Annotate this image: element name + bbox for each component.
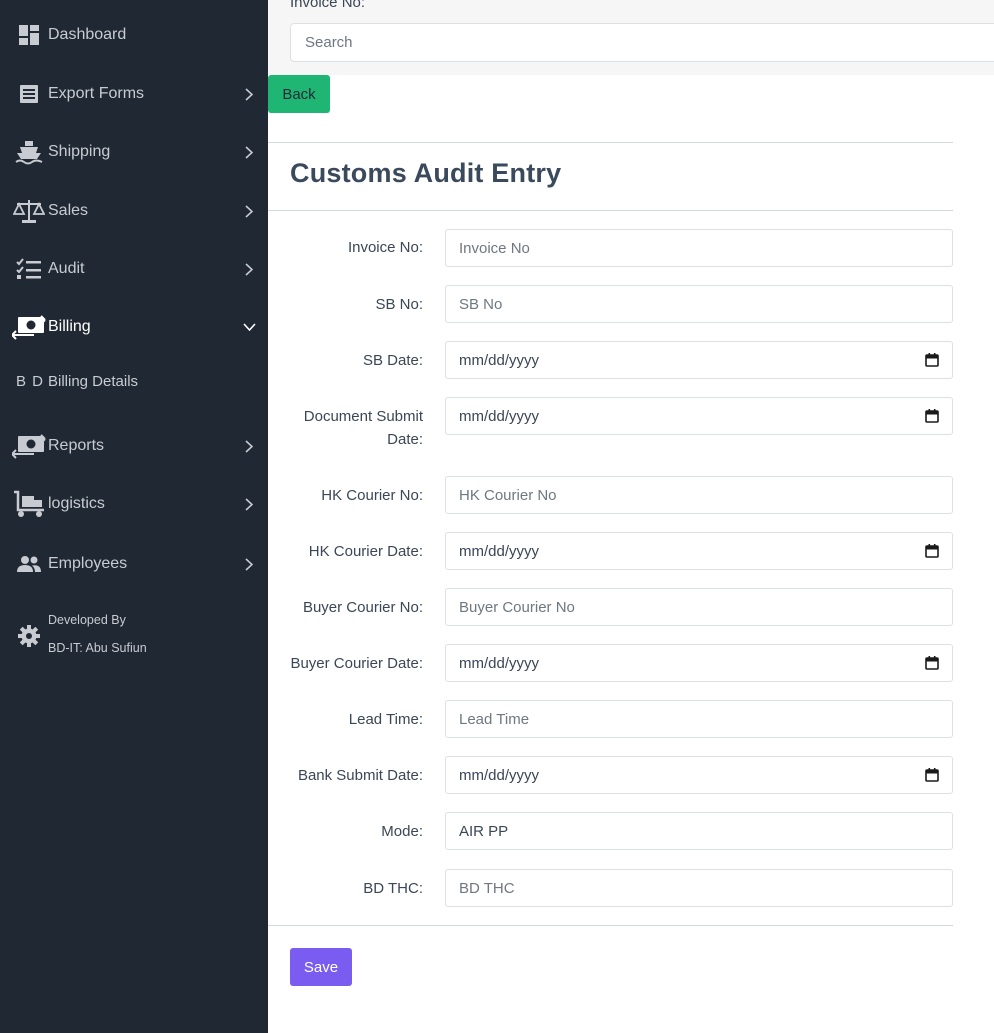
buyer-courier-no-input[interactable]: Buyer Courier No [445,588,953,626]
lead-time-label: Lead Time: [348,711,423,728]
balance-scale-icon [12,196,46,226]
bd-thc-placeholder: BD THC [459,879,515,897]
sidebar-item-label: Shipping [48,143,111,160]
sidebar-item-label: Sales [48,202,89,219]
page-title: Customs Audit Entry [290,158,562,188]
hk-courier-no-placeholder: HK Courier No [459,486,557,504]
sidebar-subitem-label: Billing Details [48,372,139,390]
invoice-no-input[interactable]: Invoice No [445,229,953,267]
chevron-right-icon [242,497,256,511]
sidebar-item-label: Billing [48,318,91,335]
chevron-right-icon [242,262,256,276]
invoice-search-label: Invoice No: [290,0,366,11]
money-transfer-icon [12,312,46,342]
buyer-courier-no-label: Buyer Courier No: [302,599,423,616]
calendar-icon[interactable] [925,656,939,670]
checklist-icon [12,254,46,284]
save-button[interactable]: Save [290,948,352,986]
chevron-right-icon [242,87,256,101]
mode-value: AIR PP [459,822,509,840]
sb-date-label: SB Date: [362,352,423,369]
bd-thc-input[interactable]: BD THC [445,869,953,907]
lead-time-placeholder: Lead Time [459,710,530,728]
ship-icon [12,137,46,167]
buyer-courier-date-input[interactable]: mm/dd/yyyy [445,644,953,682]
sb-no-label: SB No: [375,296,423,313]
bank-submit-date-label: Bank Submit Date: [297,767,423,784]
invoice-search-input[interactable] [290,23,994,62]
sidebar-item-label: Reports [48,437,105,454]
hk-courier-date-placeholder: mm/dd/yyyy [459,542,540,560]
users-icon [12,549,46,579]
sidebar-item-label: Employees [48,555,128,572]
invoice-search-bar: Invoice No: [268,0,994,75]
bank-submit-date-input[interactable]: mm/dd/yyyy [445,756,953,794]
document-submit-date-placeholder: mm/dd/yyyy [459,407,540,425]
document-submit-date-input[interactable]: mm/dd/yyyy [445,397,953,435]
sidebar-item-label: logistics [48,495,105,512]
sidebar-item-shipping[interactable]: Shipping [0,132,268,172]
calendar-icon[interactable] [925,544,939,558]
sidebar: Dashboard Export Forms Shipping Sales Au… [0,0,268,1033]
sb-date-input[interactable]: mm/dd/yyyy [445,341,953,379]
chevron-right-icon [242,145,256,159]
hk-courier-date-input[interactable]: mm/dd/yyyy [445,532,953,570]
buyer-courier-no-placeholder: Buyer Courier No [459,598,575,616]
mode-label: Mode: [381,823,423,840]
developer-credit-line1: Developed By [48,613,126,627]
mode-input[interactable]: AIR PP [445,812,953,850]
sb-no-input[interactable]: SB No [445,285,953,323]
dashboard-icon [12,20,46,50]
invoice-no-label: Invoice No: [347,239,423,256]
developer-credit: Developed By BD-IT: Abu Sufiun [0,608,268,664]
sidebar-item-audit[interactable]: Audit [0,249,268,289]
calendar-icon[interactable] [925,409,939,423]
sb-date-placeholder: mm/dd/yyyy [459,351,540,369]
chevron-right-icon [242,439,256,453]
sidebar-item-label: Export Forms [48,85,145,102]
gear-icon [12,621,46,651]
sidebar-item-export-forms[interactable]: Export Forms [0,74,268,114]
sidebar-item-billing[interactable]: Billing [0,307,268,347]
sidebar-subitem-billing-details[interactable]: B D Billing Details [0,366,268,396]
document-submit-date-label-line1: Document Submit [303,408,423,425]
sidebar-item-reports[interactable]: Reports [0,426,268,466]
sb-no-placeholder: SB No [459,295,503,313]
sidebar-item-label: Audit [48,260,85,277]
hk-courier-no-input[interactable]: HK Courier No [445,476,953,514]
divider [268,142,953,143]
invoice-no-placeholder: Invoice No [459,239,530,257]
calendar-icon[interactable] [925,768,939,782]
hk-courier-no-label: HK Courier No: [321,487,423,504]
bank-submit-date-placeholder: mm/dd/yyyy [459,766,540,784]
sidebar-item-dashboard[interactable]: Dashboard [0,15,268,55]
list-icon [12,79,46,109]
hk-courier-date-label: HK Courier Date: [308,543,423,560]
developer-credit-line2: BD-IT: Abu Sufiun [48,641,147,655]
sidebar-item-label: Dashboard [48,26,127,43]
document-submit-date-label-line2: Date: [387,431,423,448]
chevron-right-icon [242,557,256,571]
divider [268,210,953,211]
sidebar-subitem-abbr: B D [16,372,45,390]
back-button[interactable]: Back [268,75,330,113]
buyer-courier-date-label: Buyer Courier Date: [290,655,423,672]
calendar-icon[interactable] [925,353,939,367]
sidebar-item-employees[interactable]: Employees [0,544,268,584]
sidebar-item-sales[interactable]: Sales [0,191,268,231]
lead-time-input[interactable]: Lead Time [445,700,953,738]
divider [268,925,953,926]
dolly-icon [12,489,46,519]
document-submit-date-label: Document Submit Date: [304,405,423,451]
sidebar-item-logistics[interactable]: logistics [0,484,268,524]
chevron-down-icon [242,320,256,334]
bd-thc-label: BD THC: [363,880,423,897]
money-transfer-icon [12,431,46,461]
buyer-courier-date-placeholder: mm/dd/yyyy [459,654,540,672]
chevron-right-icon [242,204,256,218]
